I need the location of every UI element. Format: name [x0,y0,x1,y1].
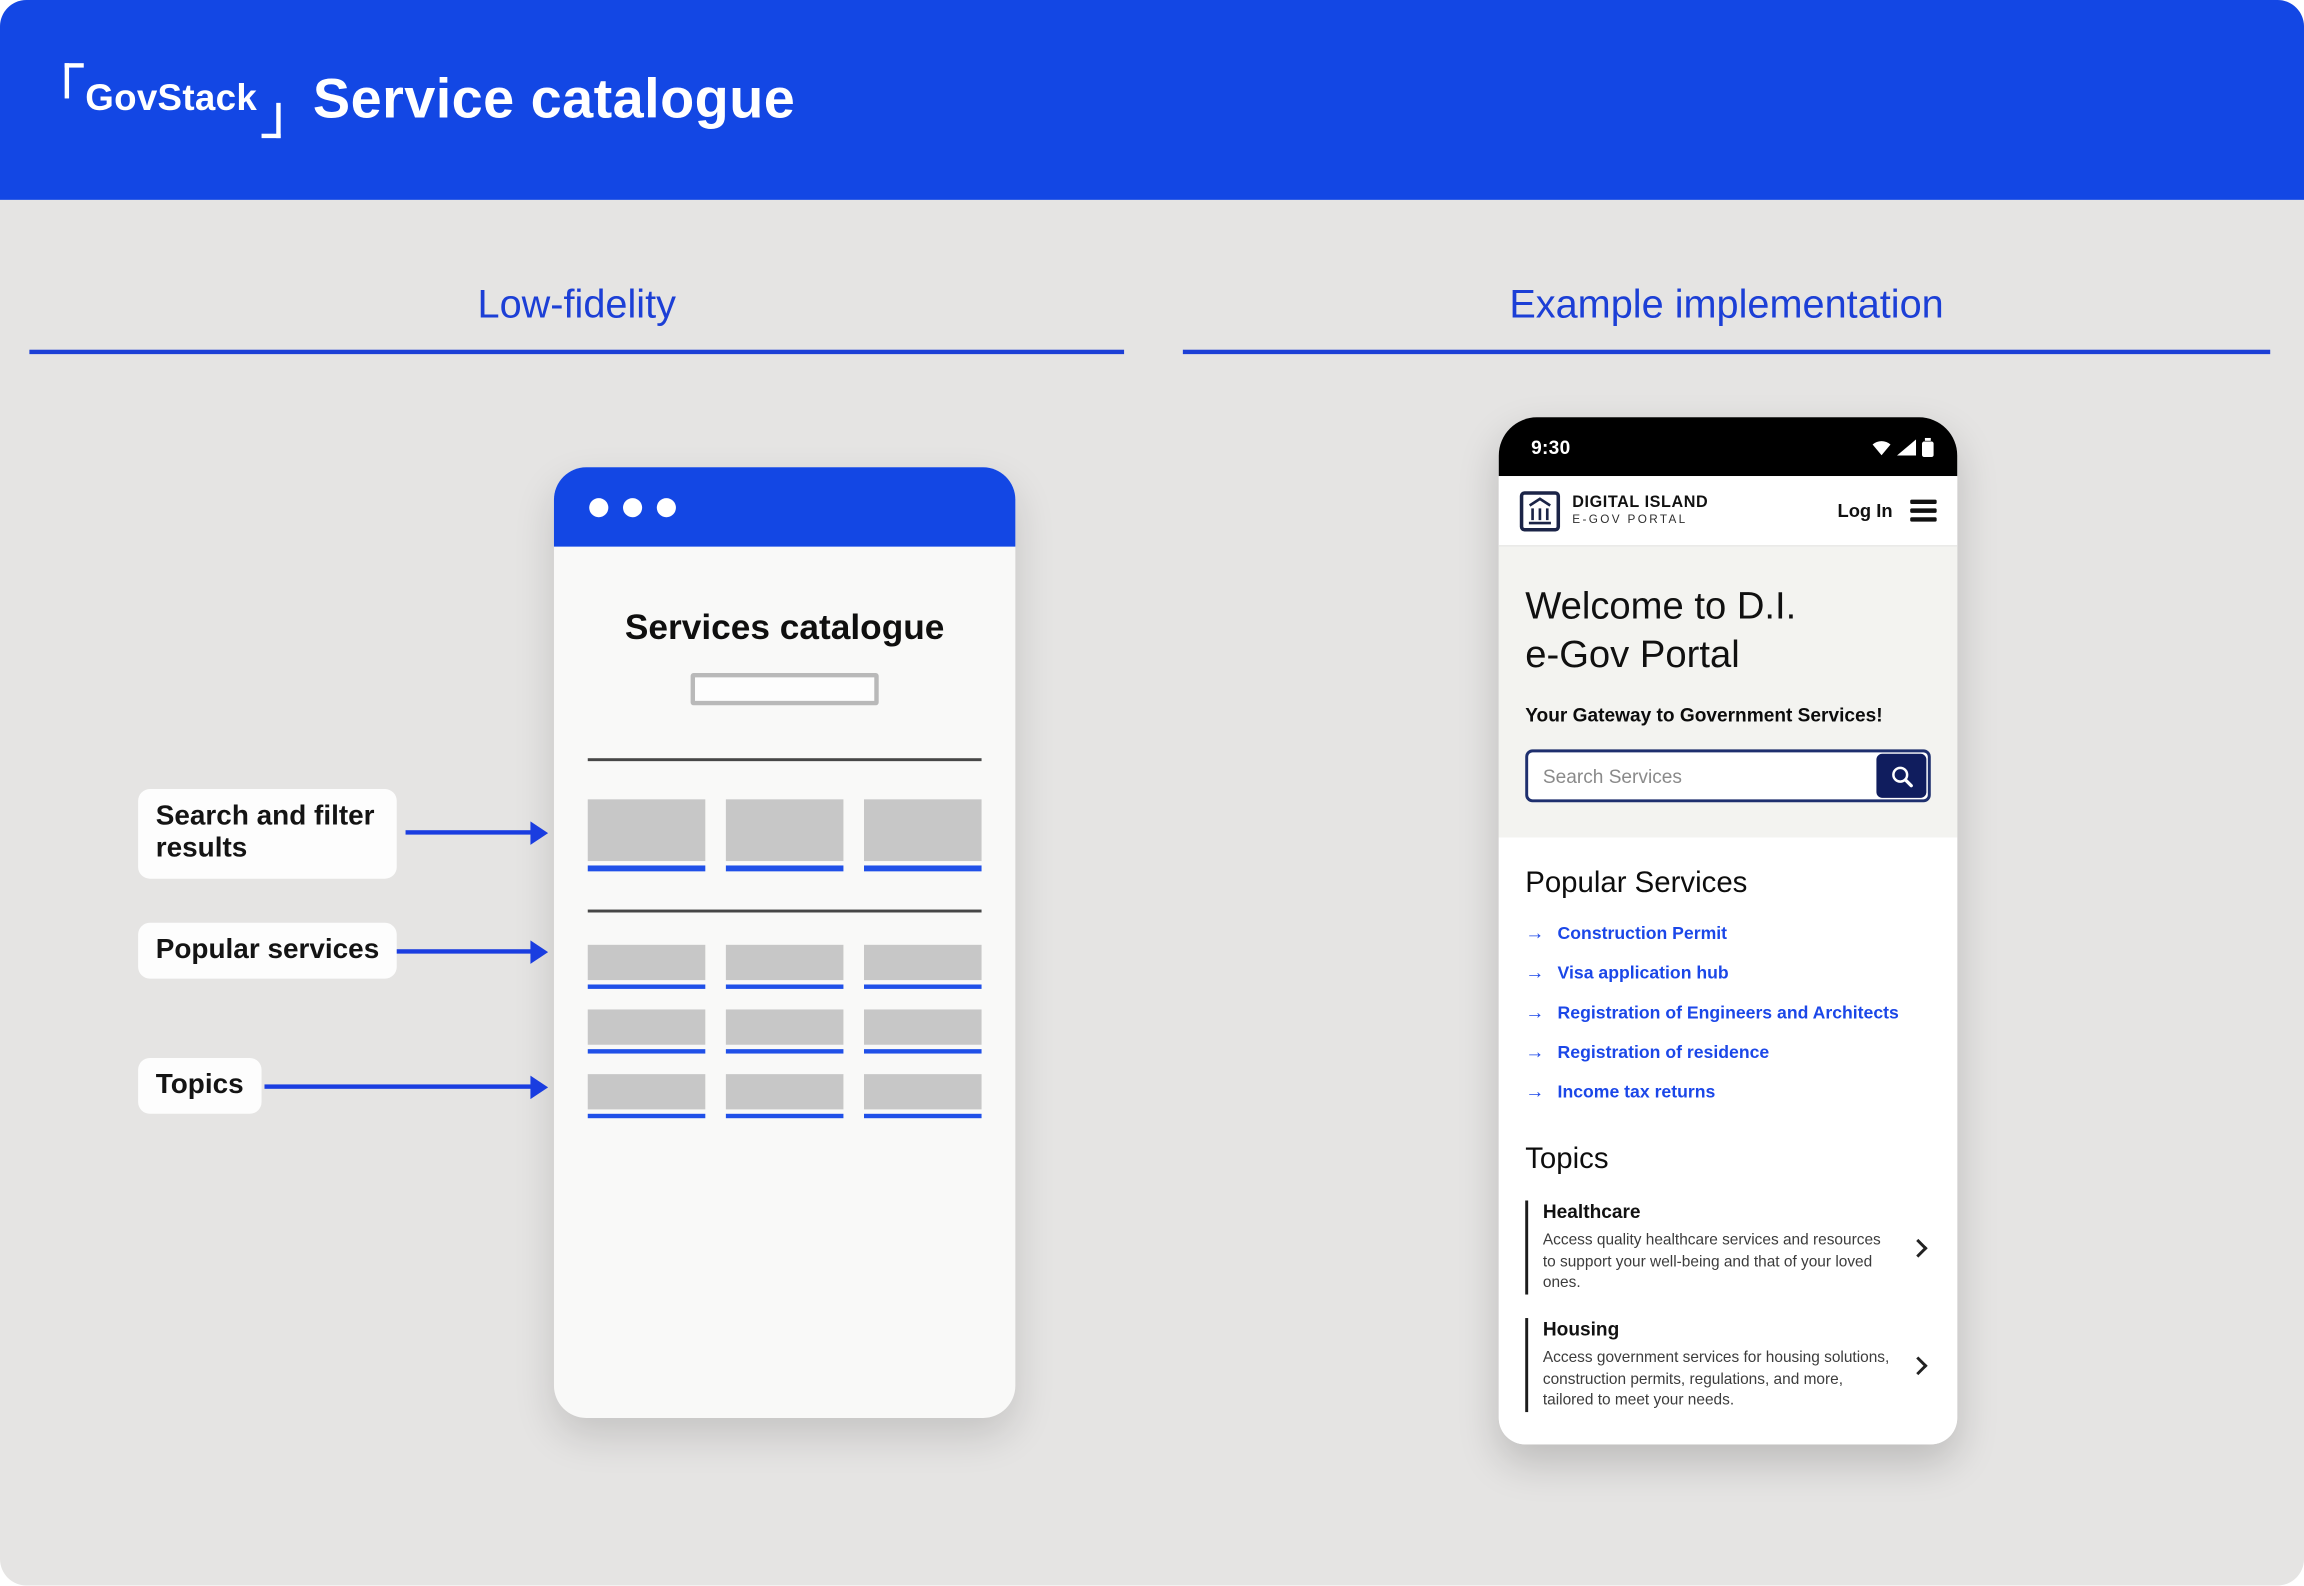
example-phone: 9:30 DIGITAL ISLAND E-GOV PORTAL Log In [1499,417,1957,1444]
wireframe-result-block [726,799,844,871]
popular-service-item[interactable]: → Registration of residence [1525,1040,1931,1062]
column-title-low-fidelity: Low-fidelity [29,282,1124,328]
wireframe-result-block [864,799,982,871]
annotation-topics: Topics [138,1058,261,1114]
popular-service-link[interactable]: Income tax returns [1558,1081,1716,1102]
topic-card-healthcare[interactable]: Healthcare Access quality healthcare ser… [1525,1200,1931,1294]
wireframe-divider [588,758,982,761]
popular-service-item[interactable]: → Construction Permit [1525,921,1931,943]
column-title-example-implementation: Example implementation [1183,282,2270,328]
chevron-right-icon[interactable] [1909,1356,1928,1375]
topics-heading: Topics [1525,1143,1931,1177]
government-building-icon [1519,490,1560,531]
govstack-logo-text: GovStack [85,77,257,118]
wireframe-grid-block [864,945,982,989]
logo-bracket-top-left-icon [65,62,84,97]
welcome-section: Welcome to D.I. e-Gov Portal Your Gateway… [1499,547,1957,838]
welcome-title: Welcome to D.I. e-Gov Portal [1525,582,1931,679]
column-rule-right [1183,350,2270,354]
page-title: Service catalogue [313,68,795,131]
topic-title: Housing [1543,1318,1897,1340]
wireframe-title: Services catalogue [554,608,1015,649]
wireframe-grid-row [588,945,982,989]
wifi-icon [1872,439,1891,455]
popular-service-link[interactable]: Construction Permit [1558,922,1727,943]
topic-text: Healthcare Access quality healthcare ser… [1543,1200,1912,1294]
search-button[interactable] [1876,754,1926,798]
popular-service-link[interactable]: Visa application hub [1558,962,1729,983]
search-icon [1889,763,1914,788]
window-dot-icon [657,497,676,516]
arrow-right-icon: → [1525,1001,1544,1023]
search-bar [1525,749,1931,802]
wireframe-grid-block [726,945,844,989]
welcome-title-line2: e-Gov Portal [1525,632,1739,676]
popular-service-item[interactable]: → Visa application hub [1525,961,1931,983]
topic-card-housing[interactable]: Housing Access government services for h… [1525,1318,1931,1412]
wireframe-divider [588,910,982,913]
arrow-right-icon: → [1525,1080,1544,1102]
status-time: 9:30 [1531,436,1570,458]
popular-services-heading: Popular Services [1525,867,1931,901]
popular-services-list: → Construction Permit → Visa application h… [1525,921,1931,1102]
wireframe-phone: Services catalogue [554,467,1015,1418]
wireframe-grid-block [864,1074,982,1118]
annotation-popular-services: Popular services [138,923,397,979]
logo-bracket-bottom-right-icon [261,102,280,137]
wireframe-grid-block [864,1009,982,1053]
topic-description: Access quality healthcare services and r… [1543,1230,1897,1295]
popular-service-link[interactable]: Registration of residence [1558,1041,1770,1062]
wireframe-grid-row [588,1074,982,1118]
annotation-search-filter: Search and filter results [138,789,397,878]
topic-description: Access government services for housing s… [1543,1348,1897,1413]
org-subtitle: E-GOV PORTAL [1572,514,1708,527]
topic-title: Healthcare [1543,1200,1897,1222]
annotation-arrow-icon [397,949,532,953]
govstack-logo: GovStack [65,62,281,137]
wireframe-grid-block [726,1074,844,1118]
popular-service-item[interactable]: → Registration of Engineers and Architect… [1525,1001,1931,1023]
column-rule-left [29,350,1124,354]
popular-service-item[interactable]: → Income tax returns [1525,1080,1931,1102]
hamburger-menu-icon[interactable] [1910,500,1936,521]
topic-text: Housing Access government services for h… [1543,1318,1912,1412]
wireframe-grid-block [588,1009,706,1053]
wireframe-grid-block [588,1074,706,1118]
wireframe-search-box [691,673,879,705]
portal-content: Popular Services → Construction Permit → V… [1499,838,1957,1445]
portal-identity: DIGITAL ISLAND E-GOV PORTAL [1572,494,1708,528]
cellular-icon [1897,439,1916,455]
popular-service-link[interactable]: Registration of Engineers and Architects [1558,1001,1899,1022]
annotation-arrow-icon [406,830,532,834]
status-icons [1872,437,1934,456]
search-input[interactable] [1525,749,1931,802]
wireframe-grid-block [726,1009,844,1053]
annotation-arrow-icon [264,1084,531,1088]
wireframe-grid-row [588,1009,982,1053]
wireframe-grid-block [588,945,706,989]
page: GovStack Service catalogue Low-fidelity … [0,0,2304,1586]
welcome-title-line1: Welcome to D.I. [1525,583,1796,627]
login-button[interactable]: Log In [1837,500,1892,521]
arrow-right-icon: → [1525,921,1544,943]
status-bar: 9:30 [1499,417,1957,476]
wireframe-result-block [588,799,706,871]
app-header: GovStack Service catalogue [0,0,2304,200]
battery-icon [1922,437,1934,456]
chevron-right-icon[interactable] [1909,1238,1928,1257]
wireframe-window-bar [554,467,1015,546]
portal-navbar: DIGITAL ISLAND E-GOV PORTAL Log In [1499,476,1957,547]
welcome-subtitle: Your Gateway to Government Services! [1525,704,1931,726]
page-inner: GovStack Service catalogue Low-fidelity … [0,0,2304,1585]
window-dot-icon [623,497,642,516]
window-dot-icon [589,497,608,516]
arrow-right-icon: → [1525,1040,1544,1062]
arrow-right-icon: → [1525,961,1544,983]
wireframe-search-results-row [588,799,982,871]
org-name: DIGITAL ISLAND [1572,494,1708,512]
